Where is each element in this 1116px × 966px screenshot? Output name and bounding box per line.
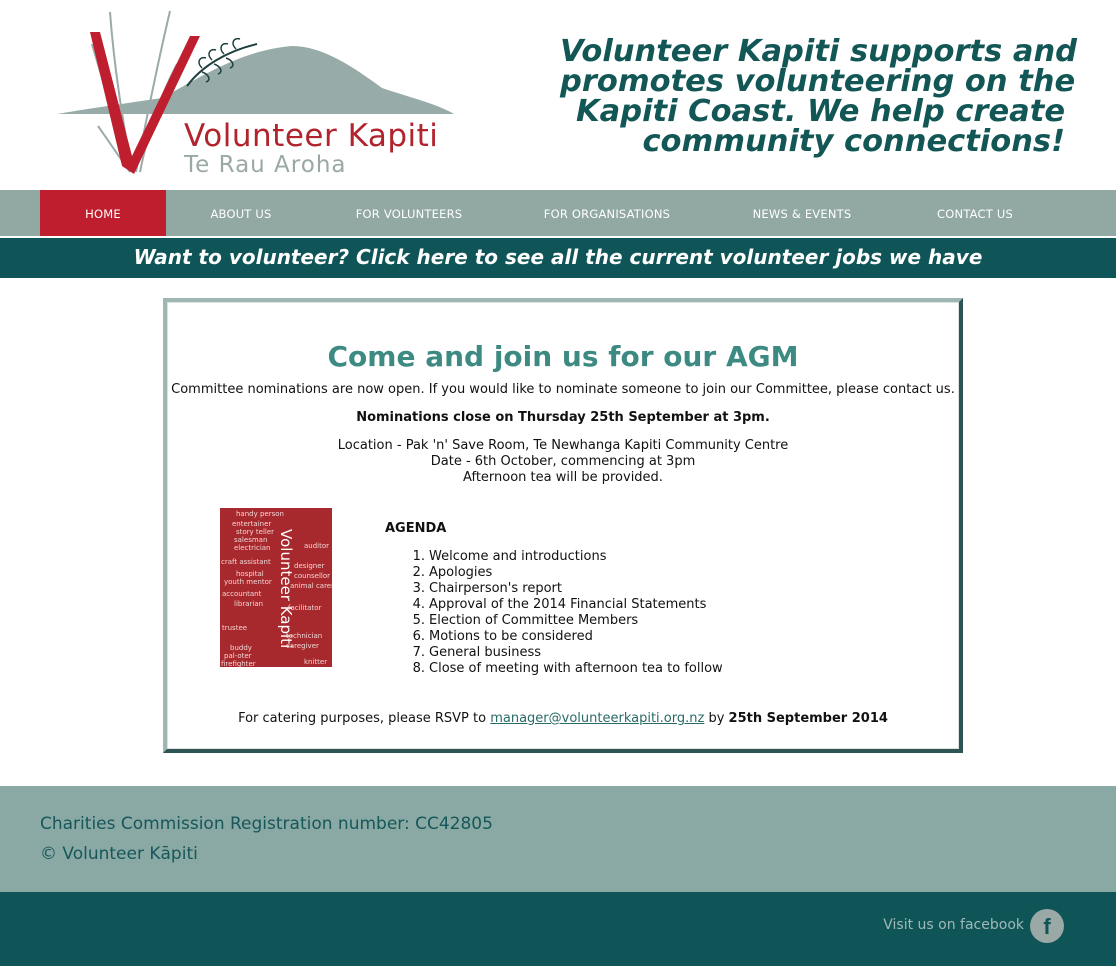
- nav-item-home[interactable]: HOME: [40, 190, 166, 236]
- wordcloud-word: designer: [294, 562, 325, 570]
- wordcloud-word: hospital: [236, 570, 264, 578]
- facebook-link-text[interactable]: Visit us on facebook: [883, 917, 1024, 933]
- wordcloud-word: accountant: [222, 590, 262, 598]
- wordcloud-word: salesman: [234, 536, 268, 544]
- footer-bottom-bar: Visit us on facebook f: [0, 892, 1116, 966]
- volunteer-wordcloud-image: handy person entertainer story teller sa…: [220, 508, 332, 667]
- copyright: © Volunteer Kāpiti: [40, 844, 198, 864]
- wordcloud-word: handy person: [236, 510, 284, 518]
- agm-location: Location - Pak 'n' Save Room, Te Newhang…: [337, 438, 789, 453]
- wordcloud-word: pal-oter: [224, 652, 252, 660]
- volunteer-banner: Want to volunteer? Click here to see all…: [0, 238, 1116, 278]
- site-header: Volunteer Kapiti Te Rau Aroha Volunteer …: [0, 0, 1116, 190]
- wordcloud-word: electrician: [234, 544, 271, 552]
- wordcloud-word: entertainer: [232, 520, 272, 528]
- wordcloud-word: youth mentor: [224, 578, 272, 586]
- wordcloud-word: counsellor: [294, 572, 331, 580]
- wordcloud-word: story teller: [236, 528, 275, 536]
- agenda-item: 4. Approval of the 2014 Financial Stateme…: [412, 597, 707, 612]
- site-footer: Charities Commission Registration number…: [0, 786, 1116, 892]
- tagline-line: Kapiti Coast. We help create: [576, 94, 1065, 129]
- wordcloud-title: Volunteer Kapiti: [277, 529, 295, 649]
- wordcloud-word: auditor: [304, 542, 330, 550]
- nav-item-for-organisations[interactable]: FOR ORGANISATIONS: [530, 190, 684, 236]
- rsvp-by: by: [704, 711, 729, 726]
- logo-title: Volunteer Kapiti: [184, 118, 439, 154]
- rsvp-line: For catering purposes, please RSVP to ma…: [167, 711, 959, 726]
- logo-subtitle: Te Rau Aroha: [184, 152, 347, 178]
- nav-item-about-us[interactable]: ABOUT US: [190, 190, 292, 236]
- main-nav: HOME ABOUT US FOR VOLUNTEERS FOR ORGANIS…: [0, 190, 1116, 236]
- agm-intro: Committee nominations are now open. If y…: [171, 382, 955, 397]
- nav-item-for-volunteers[interactable]: FOR VOLUNTEERS: [344, 190, 474, 236]
- agenda-item: 6. Motions to be considered: [412, 629, 593, 644]
- tagline-line: community connections!: [642, 124, 1065, 159]
- agm-date: Date - 6th October, commencing at 3pm: [430, 454, 696, 469]
- agm-title: Come and join us for our AGM: [327, 340, 799, 373]
- tagline-line: Volunteer Kapiti supports and: [560, 34, 1077, 69]
- agenda-item: 7. General business: [412, 645, 542, 660]
- wordcloud-word: firefighter: [221, 660, 256, 667]
- charity-registration: Charities Commission Registration number…: [40, 814, 493, 834]
- agm-deadline: Nominations close on Thursday 25th Septe…: [356, 410, 770, 425]
- tagline-line: promotes volunteering on the: [560, 64, 1076, 99]
- agenda-list: 1. Welcome and introductions 2. Apologies …: [385, 549, 723, 677]
- wordcloud-word: buddy: [230, 644, 252, 652]
- agenda-heading: AGENDA: [385, 521, 447, 536]
- agm-tea: Afternoon tea will be provided.: [463, 470, 663, 485]
- rsvp-prefix: For catering purposes, please RSVP to: [238, 711, 491, 726]
- facebook-icon[interactable]: f: [1030, 909, 1064, 943]
- wordcloud-word: craft assistant: [221, 558, 271, 566]
- wordcloud-word: trustee: [222, 624, 248, 632]
- rsvp-email-link[interactable]: manager@volunteerkapiti.org.nz: [490, 711, 704, 726]
- site-logo[interactable]: Volunteer Kapiti Te Rau Aroha: [52, 6, 462, 182]
- wordcloud-word: librarian: [234, 600, 264, 608]
- rsvp-date: 25th September 2014: [728, 711, 888, 726]
- header-tagline: Volunteer Kapiti supports and promotes v…: [560, 34, 1077, 159]
- agenda-item: 5. Election of Committee Members: [412, 613, 639, 628]
- agm-notice: Come and join us for our AGM Committee n…: [163, 298, 963, 753]
- nav-item-contact-us[interactable]: CONTACT US: [922, 190, 1028, 236]
- agenda-item: 8. Close of meeting with afternoon tea to…: [412, 661, 723, 676]
- volunteer-jobs-link[interactable]: Want to volunteer? Click here to see all…: [0, 238, 1116, 278]
- wordcloud-word: animal carer: [290, 582, 332, 590]
- agenda-item: 1. Welcome and introductions: [412, 549, 607, 564]
- agenda-item: 3. Chairperson's report: [412, 581, 562, 596]
- agenda-item: 2. Apologies: [412, 565, 493, 580]
- wordcloud-word: knitter: [304, 658, 328, 666]
- nav-item-news-events[interactable]: NEWS & EVENTS: [740, 190, 864, 236]
